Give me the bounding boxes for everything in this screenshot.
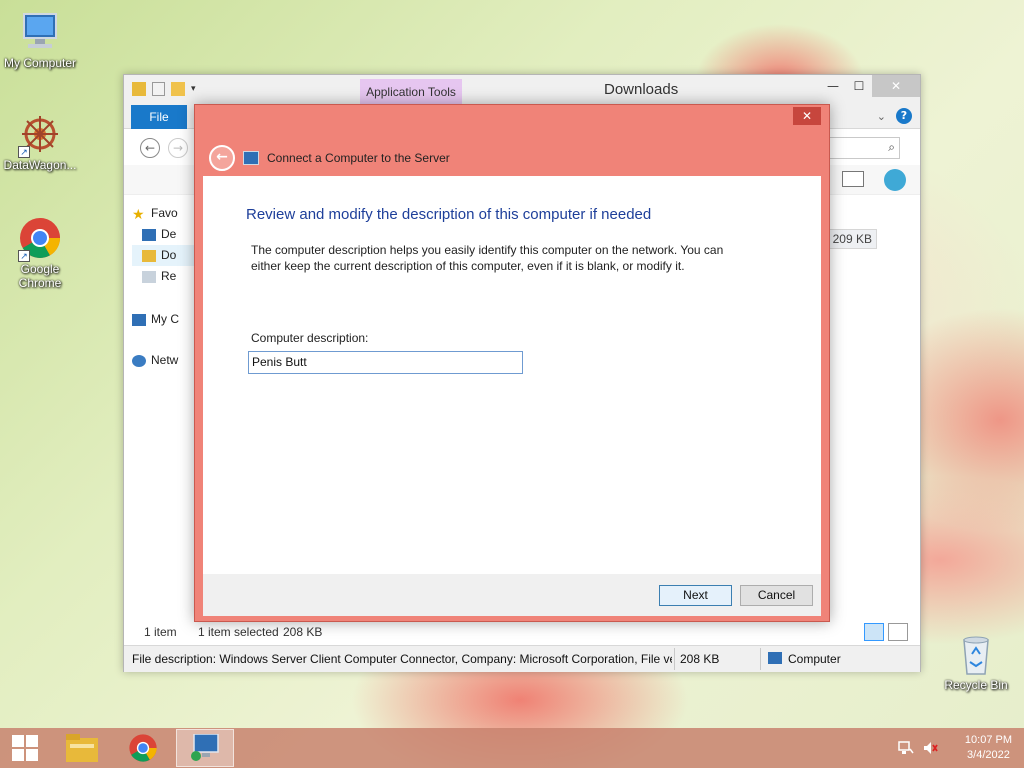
computer-description-input[interactable]: Penis Butt <box>248 351 523 374</box>
file-explorer-icon <box>66 734 98 762</box>
page-description: The computer description helps you easil… <box>251 243 724 273</box>
file-description: File description: Windows Server Client … <box>132 652 672 666</box>
recycle-bin-icon <box>954 632 998 676</box>
computer-icon <box>18 10 62 54</box>
search-input[interactable]: ⌕ <box>828 137 900 159</box>
folder-icon[interactable] <box>132 82 146 96</box>
selected-size: 208 KB <box>283 625 323 639</box>
nav-item-desktop[interactable]: De <box>132 224 202 245</box>
ribbon-controls: ⌄ ? <box>877 108 912 124</box>
window-title: Downloads <box>604 81 679 98</box>
connector-icon <box>191 734 219 761</box>
taskbar-file-explorer[interactable] <box>53 729 111 767</box>
dialog-content: Review and modify the description of thi… <box>203 176 821 574</box>
search-icon: ⌕ <box>888 140 895 154</box>
desktop-icon-google-chrome[interactable]: ↗ Google Chrome <box>0 216 80 290</box>
page-heading: Review and modify the description of thi… <box>246 206 652 223</box>
taskbar: 10:07 PM 3/4/2022 <box>0 728 1024 768</box>
desktop-icon-datawagon[interactable]: ↗ DataWagon... <box>0 112 80 172</box>
view-buttons <box>864 623 908 641</box>
minimize-button[interactable]: — <box>820 75 846 97</box>
nav-item-favorites[interactable]: ★ Favo <box>132 203 202 224</box>
shortcut-arrow-icon: ↗ <box>18 250 30 262</box>
selected-count: 1 item selected <box>198 625 279 639</box>
downloads-folder-icon <box>142 249 156 262</box>
tab-application-tools[interactable]: Application Tools <box>360 79 462 105</box>
shell-icon[interactable] <box>884 169 906 191</box>
star-icon: ★ <box>132 205 145 222</box>
nav-item-recent[interactable]: Re <box>132 266 202 287</box>
details-location: Computer <box>788 652 841 666</box>
dropdown-icon[interactable]: ▾ <box>191 82 201 96</box>
dialog-footer: Next Cancel <box>203 574 821 616</box>
forward-button[interactable]: → <box>168 138 188 158</box>
computer-icon <box>132 313 146 326</box>
system-clock[interactable]: 10:07 PM 3/4/2022 <box>965 733 1012 763</box>
status-bar: 1 item 1 item selected 208 KB <box>124 621 920 643</box>
recent-places-icon <box>142 270 156 283</box>
taskbar-connector[interactable] <box>176 729 234 767</box>
maximize-button[interactable]: ☐ <box>846 75 872 97</box>
desktop-icon-my-computer[interactable]: My Computer <box>0 10 80 70</box>
desktop-icon-label: Recycle Bin <box>944 678 1008 692</box>
volume-muted-icon[interactable] <box>922 740 938 756</box>
start-button[interactable] <box>0 729 50 767</box>
tab-file[interactable]: File <box>131 105 187 129</box>
clock-date: 3/4/2022 <box>967 749 1010 761</box>
quick-access-toolbar: ▾ <box>132 82 201 96</box>
desktop-icon-label: Google Chrome <box>18 262 62 290</box>
dialog-close-button[interactable]: ✕ <box>793 107 821 125</box>
dialog-title: Connect a Computer to the Server <box>267 151 450 165</box>
explorer-title-bar: ▾ Application Tools Downloads — ☐ ✕ <box>124 75 920 105</box>
computer-icon <box>768 652 782 664</box>
datawagon-icon: ↗ <box>18 112 62 158</box>
desktop-folder-icon <box>142 228 156 241</box>
help-icon[interactable]: ? <box>896 108 912 124</box>
next-button[interactable]: Next <box>659 585 732 606</box>
desktop-icon-label: My Computer <box>3 56 77 70</box>
chrome-icon <box>129 734 157 762</box>
nav-item-network[interactable]: Netw <box>132 350 202 371</box>
chevron-down-icon[interactable]: ⌄ <box>877 110 886 123</box>
item-count: 1 item <box>144 625 177 639</box>
network-status-icon[interactable] <box>898 740 914 756</box>
dialog-header: ← Connect a Computer to the Server <box>209 145 450 171</box>
details-bar: File description: Windows Server Client … <box>124 645 920 672</box>
file-size-cell: 209 KB <box>829 229 877 249</box>
desktop-icon-recycle-bin[interactable]: Recycle Bin <box>936 632 1016 692</box>
clock-time: 10:07 PM <box>964 734 1012 746</box>
new-folder-icon[interactable] <box>171 82 185 96</box>
window-controls: — ☐ ✕ <box>820 75 920 97</box>
windows-logo-icon <box>12 735 38 761</box>
computer-description-label: Computer description: <box>251 331 369 345</box>
navigation-pane: ★ Favo De Do Re My C Netw <box>132 203 202 371</box>
nav-item-my-computer[interactable]: My C <box>132 309 202 330</box>
network-icon <box>132 354 146 367</box>
connector-icon <box>243 151 259 165</box>
taskbar-chrome[interactable] <box>114 729 172 767</box>
close-button[interactable]: ✕ <box>872 75 920 97</box>
preview-pane-icon[interactable] <box>842 171 864 187</box>
desktop-icon-label: DataWagon... <box>3 158 77 172</box>
nav-item-downloads[interactable]: Do <box>132 245 202 266</box>
details-size: 208 KB <box>680 652 720 666</box>
back-arrow-icon[interactable]: ← <box>209 145 235 171</box>
shortcut-arrow-icon: ↗ <box>18 146 30 158</box>
connect-computer-dialog: ✕ ← Connect a Computer to the Server Rev… <box>194 104 830 622</box>
properties-icon[interactable] <box>152 82 165 96</box>
details-view-icon[interactable] <box>864 623 884 641</box>
cancel-button[interactable]: Cancel <box>740 585 813 606</box>
large-icons-view-icon[interactable] <box>888 623 908 641</box>
back-button[interactable]: ← <box>140 138 160 158</box>
chrome-icon: ↗ <box>18 216 62 262</box>
